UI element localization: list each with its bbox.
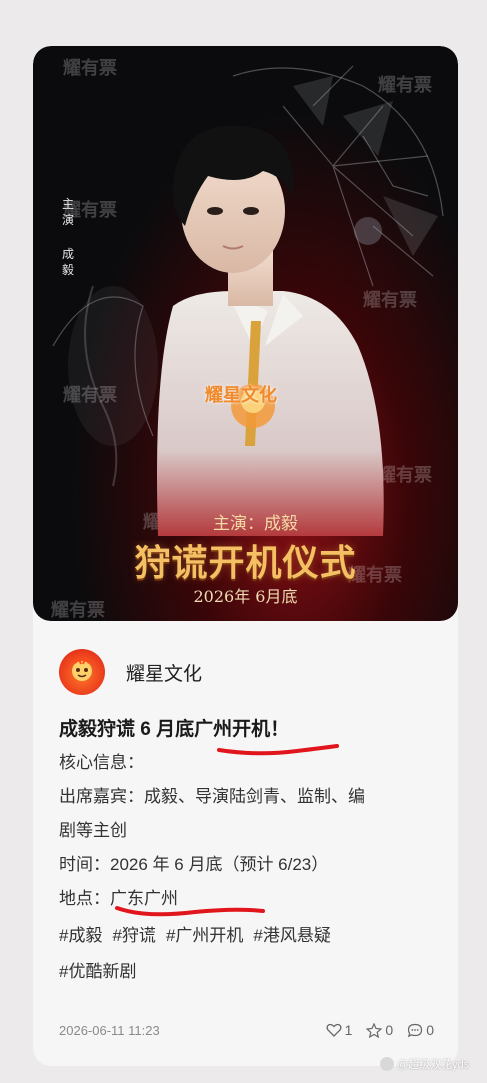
account-name[interactable]: 耀星文化 — [126, 659, 202, 686]
brand-badge-text: 耀星文化 — [205, 385, 277, 406]
account-header[interactable]: 耀星文化 — [59, 648, 202, 696]
favorite-button[interactable]: 0 — [366, 1022, 393, 1038]
red-underline-annotation — [115, 906, 265, 917]
post-footer: 2026-06-11 11:23 1 0 0 — [59, 1021, 434, 1039]
red-underline-annotation — [217, 744, 339, 756]
hashtag[interactable]: #狩谎 — [112, 926, 155, 945]
source-watermark: @超级双花yds — [380, 1056, 469, 1072]
vertical-credit: 主 演 成 毅 — [61, 197, 74, 277]
watermark: 耀有票 — [63, 58, 117, 79]
poster-title: 狩谎开机仪式 — [134, 542, 357, 584]
watermark: 耀有票 — [63, 385, 117, 406]
like-button[interactable]: 1 — [326, 1022, 353, 1038]
info-location: 地点：广东广州 — [59, 882, 439, 917]
weibo-icon — [380, 1057, 394, 1071]
star-icon — [366, 1022, 383, 1038]
poster-image[interactable]: 耀有票 耀有票 耀有票 耀有票 耀有票 耀有票 耀有票 耀有票 耀有票 主 演 … — [33, 46, 458, 621]
watermark: 耀有票 — [378, 75, 432, 96]
avatar[interactable] — [59, 649, 105, 695]
poster-subtitle: 主演：成毅 — [213, 514, 298, 534]
post-card[interactable]: 耀有票 耀有票 耀有票 耀有票 耀有票 耀有票 耀有票 耀有票 耀有票 主 演 … — [33, 46, 458, 1066]
like-count: 1 — [344, 1022, 353, 1038]
post-body: 成毅狩谎 6 月底广州开机！ 核心信息： 出席嘉宾：成毅、导演陆剑青、监制、编 … — [59, 714, 439, 990]
hashtag[interactable]: #成毅 — [59, 926, 102, 945]
comment-icon — [408, 1023, 423, 1037]
favorite-count: 0 — [385, 1022, 394, 1038]
mascot-icon — [72, 657, 92, 681]
hashtag-list: #成毅 #狩谎 #广州开机 #港风悬疑 #优酷新剧 — [59, 918, 439, 990]
actor-portrait — [157, 125, 384, 536]
info-guests-cont: 剧等主创 — [59, 821, 127, 840]
comment-count: 0 — [426, 1022, 434, 1038]
hashtag[interactable]: #港风悬疑 — [253, 926, 330, 945]
info-time: 时间：2026 年 6 月底（预计 6/23） — [59, 855, 329, 874]
heart-icon — [326, 1023, 342, 1037]
timestamp: 2026-06-11 11:23 — [59, 1022, 160, 1038]
comment-button[interactable]: 0 — [407, 1022, 434, 1038]
info-guests: 出席嘉宾：成毅、导演陆剑青、监制、编 — [59, 787, 365, 806]
post-title: 成毅狩谎 6 月底广州开机！ — [59, 714, 439, 756]
hashtag[interactable]: #广州开机 — [166, 926, 243, 945]
poster-date: 2026年 6月底 — [193, 587, 298, 606]
hashtag[interactable]: #优酷新剧 — [59, 962, 136, 981]
